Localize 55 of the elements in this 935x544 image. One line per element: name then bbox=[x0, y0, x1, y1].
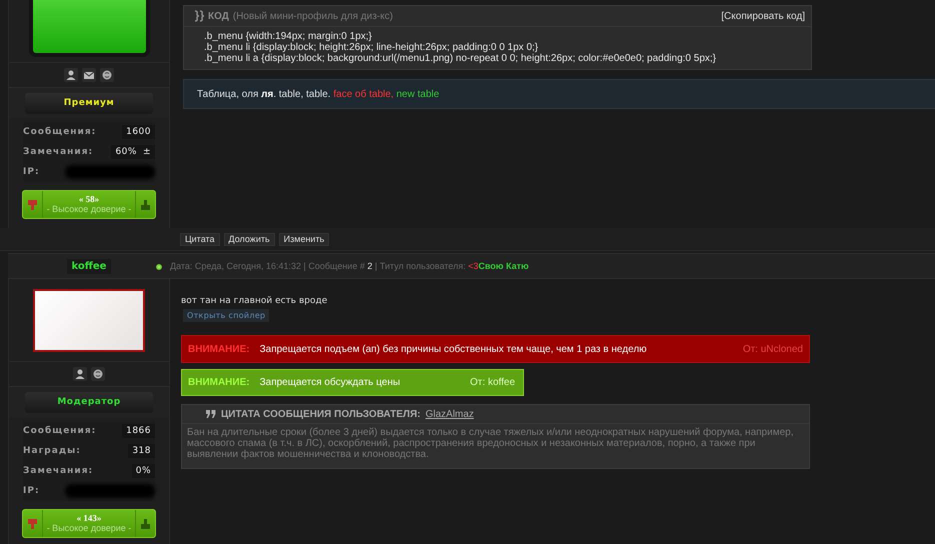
stat-label: IP: bbox=[23, 486, 40, 496]
stat-label: Замечания: bbox=[23, 466, 94, 476]
thumbs-up-icon bbox=[141, 518, 150, 528]
stat-label: Замечания: bbox=[23, 147, 94, 157]
notice-text: Запрещается обсуждать цены bbox=[260, 377, 400, 388]
stat-value: 1600 bbox=[122, 125, 155, 139]
profile-icon bbox=[64, 68, 78, 82]
profile-button[interactable] bbox=[73, 367, 87, 381]
notice-label: ВНИМАНИЕ: bbox=[188, 377, 250, 388]
profile-icon bbox=[73, 367, 87, 381]
thumbs-down-icon bbox=[28, 200, 37, 210]
chat-icon bbox=[91, 367, 105, 381]
stat-label: Сообщения: bbox=[23, 127, 96, 137]
username-link[interactable]: koffee bbox=[66, 258, 112, 274]
rank-badge: Премиум bbox=[25, 92, 153, 114]
quote-author-link[interactable]: GlazAlmaz bbox=[425, 408, 474, 420]
notice-author: От: uNcloned bbox=[742, 344, 803, 354]
post-action-button[interactable]: Доложить bbox=[224, 232, 275, 246]
stat-label: Сообщения: bbox=[23, 426, 96, 436]
notice-label: ВНИМАНИЕ: bbox=[188, 344, 250, 354]
reputation-score: « 58» bbox=[78, 194, 100, 204]
profile-button[interactable] bbox=[64, 68, 78, 82]
code-title: КОД bbox=[208, 10, 229, 22]
stat-value: 318 bbox=[128, 444, 155, 458]
code-note: (Новый мини-профиль для диз-кс) bbox=[232, 10, 393, 22]
code-line: .b_menu li a {display:block; background:url(/menu1.png) no-repeat 0 0; height:26px; color:#e0e0e0; padding:0 5px;} bbox=[204, 53, 718, 64]
reputation-label: - Высокое доверие - bbox=[46, 204, 132, 215]
rank-badge: Модератор bbox=[25, 392, 153, 412]
thumbs-up-icon bbox=[141, 200, 150, 210]
stat-value: 0% bbox=[132, 464, 155, 478]
table-text: Таблица, оля ля. table, table. face об table, new table bbox=[197, 88, 440, 100]
reputation-score: « 143» bbox=[76, 513, 102, 523]
post-action-button[interactable]: Цитата bbox=[180, 232, 220, 246]
code-line: .b_menu li {display:block; height:26px; line-height:26px; padding:0 0 1px 0;} bbox=[204, 42, 540, 53]
mail-button[interactable] bbox=[82, 68, 96, 82]
post-meta: Дата: Среда, Сегодня, 16:41:32 | Сообщение # 2 | Титул пользователя: <3Свою Катю bbox=[170, 261, 529, 271]
chat-icon bbox=[100, 68, 114, 82]
stat-value: 1866 bbox=[122, 424, 155, 438]
quote-mark-icon bbox=[206, 410, 216, 418]
chat-button[interactable] bbox=[91, 367, 105, 381]
copy-code-link[interactable]: [Скопировать код] bbox=[721, 10, 805, 22]
thumbs-down-icon bbox=[28, 518, 37, 528]
spoiler-button[interactable]: Открыть спойлер bbox=[183, 309, 270, 322]
code-line: .b_menu {width:194px; margin:0 1px;} bbox=[204, 31, 373, 42]
reputation-label: - Высокое доверие - bbox=[46, 523, 132, 534]
chat-button[interactable] bbox=[100, 68, 114, 82]
quote-text: Бан на длительные сроки (более 3 дней) выдается только в случае тяжелых и/или неоднократных нарушений форума, например, массового спама (в т.ч. в ЛС), оскорблений, распространения вредоносных и незаконных материалов, порно, а также при выявлении фактов мошенничества и клоноводства. bbox=[186, 426, 794, 462]
stat-label: IP: bbox=[23, 167, 40, 177]
post-text: вот тан на главной есть вроде bbox=[181, 296, 328, 306]
stat-value: 60% ± bbox=[111, 145, 155, 159]
notice-author: От: koffee bbox=[469, 377, 516, 388]
quote-title: ЦИТАТА СООБЩЕНИЯ ПОЛЬЗОВАТЕЛЯ: bbox=[221, 408, 420, 420]
notice-text: Запрещается подъем (ап) без причины собственных тем чаще, чем 1 раз в неделю bbox=[260, 344, 647, 354]
stat-label: Награды: bbox=[23, 446, 81, 456]
post-action-button[interactable]: Изменить bbox=[278, 232, 330, 246]
